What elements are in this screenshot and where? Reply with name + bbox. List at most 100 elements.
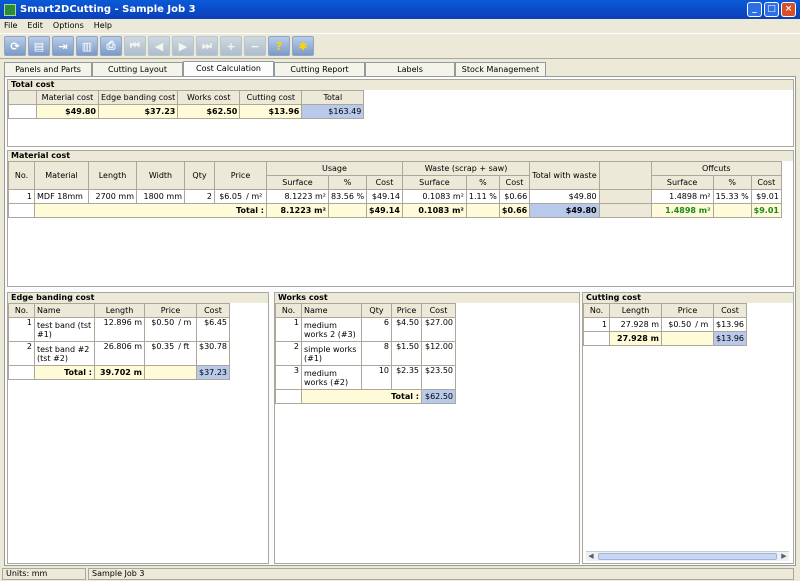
table-row[interactable]: 1 27.928 m $0.50 / m $13.96 [583, 317, 747, 332]
cell: test band (tst #1) [34, 317, 95, 342]
total-waste-cost: $0.66 [498, 203, 531, 218]
works-cost-value: $62.50 [177, 104, 241, 119]
col-waste-cost: Cost [498, 175, 531, 190]
stock-icon[interactable]: ▤ [28, 36, 50, 56]
tab-labels[interactable]: Labels [365, 62, 455, 76]
works-cost-panel: Works cost No. Name Qty Price Cost 1 med… [274, 292, 580, 564]
col-total: Total [301, 90, 365, 105]
table-row[interactable]: 1 MDF 18mm 2700 mm 1800 mm 2 $6.05 / m² … [8, 189, 782, 204]
edge-banding-table: No. Name Length Price Cost 1 test band (… [8, 303, 230, 380]
tab-panels[interactable]: Panels and Parts [4, 62, 92, 76]
book-icon[interactable]: ▥ [76, 36, 98, 56]
col-total-with-waste: Total with waste [529, 161, 600, 190]
cell: MDF 18mm [34, 189, 89, 204]
refresh-icon[interactable]: ⟳ [4, 36, 26, 56]
tab-cutting-report[interactable]: Cutting Report [274, 62, 365, 76]
cell: $0.50 [661, 317, 694, 332]
table-row[interactable]: 2 test band #2 (tst #2) 26.806 m $0.35 /… [8, 341, 230, 366]
scroll-left-icon[interactable]: ◀ [586, 552, 596, 561]
cell: 6 [361, 317, 392, 342]
last-icon[interactable]: ⏭ [196, 36, 218, 56]
cell: $49.80 [529, 189, 600, 204]
horizontal-scrollbar[interactable]: ◀ ▶ [586, 551, 789, 561]
first-icon[interactable]: ⏮ [124, 36, 146, 56]
export-icon[interactable]: ⇥ [52, 36, 74, 56]
cell: 83.56 % [327, 189, 368, 204]
edge-banding-cost-value: $37.23 [97, 104, 179, 119]
status-bar: Units: mm Sample Job 3 [0, 567, 800, 581]
total-row: Total : 8.1223 m² $49.14 0.1083 m² $0.66… [8, 203, 782, 218]
col-no: No. [8, 161, 35, 190]
maximize-button[interactable]: □ [764, 2, 779, 17]
table-row[interactable]: 2 simple works (#1) 8 $1.50 $12.00 [275, 341, 456, 366]
col-cost: Cost [196, 303, 230, 318]
works-cost-table: No. Name Qty Price Cost 1 medium works 2… [275, 303, 456, 404]
cell: $12.00 [421, 341, 456, 366]
col-offcut-cost: Cost [750, 175, 782, 190]
menu-help[interactable]: Help [94, 21, 112, 30]
total-label: Total : [34, 203, 267, 218]
close-button[interactable]: × [781, 2, 796, 17]
tools-icon[interactable]: ✱ [292, 36, 314, 56]
col-price: Price [144, 303, 197, 318]
cell: 3 [275, 365, 302, 390]
material-cost-panel: Material cost No. Material Length Width … [7, 150, 794, 287]
total-cost-table: Material cost Edge banding cost Works co… [8, 90, 365, 119]
tab-stock-management[interactable]: Stock Management [455, 62, 546, 76]
cutting-cost-panel: Cutting cost No. Length Price Cost 1 27.… [582, 292, 794, 564]
edge-banding-title: Edge banding cost [8, 293, 268, 303]
tab-bar: Panels and Parts Cutting Layout Cost Cal… [4, 61, 546, 76]
window-title: Smart2DCutting - Sample Job 3 [20, 4, 196, 15]
menu-bar: File Edit Options Help [0, 19, 800, 32]
zoom-out-icon[interactable]: − [244, 36, 266, 56]
table-row[interactable]: 1 test band (tst #1) 12.896 m $0.50 / m … [8, 317, 230, 342]
col-cutting-cost: Cutting cost [239, 90, 303, 105]
minimize-button[interactable]: _ [747, 2, 762, 17]
cell: medium works (#2) [301, 365, 362, 390]
scroll-right-icon[interactable]: ▶ [779, 552, 789, 561]
cell: $0.66 [498, 189, 531, 204]
cell: 2 [275, 341, 302, 366]
print-icon[interactable]: ⎙ [100, 36, 122, 56]
cell: 12.896 m [94, 317, 145, 342]
cell: 1.11 % [465, 189, 500, 204]
total-cost: $62.50 [421, 389, 456, 404]
cell: test band #2 (tst #2) [34, 341, 95, 366]
scroll-thumb[interactable] [598, 553, 777, 560]
zoom-in-icon[interactable]: + [220, 36, 242, 56]
cell: 2 [184, 189, 215, 204]
cell: 10 [361, 365, 392, 390]
app-icon [4, 3, 16, 16]
cell: $1.50 [391, 341, 422, 366]
next-icon[interactable]: ▶ [172, 36, 194, 56]
col-length: Length [609, 303, 662, 318]
group-usage: Usage [266, 161, 403, 176]
material-cost-title: Material cost [8, 151, 793, 161]
col-works-cost: Works cost [177, 90, 241, 105]
table-row[interactable]: 1 medium works 2 (#3) 6 $4.50 $27.00 [275, 317, 456, 342]
cell: $6.05 [214, 189, 245, 204]
tab-cutting-layout[interactable]: Cutting Layout [92, 62, 183, 76]
title-bar: Smart2DCutting - Sample Job 3 _ □ × [0, 0, 800, 19]
cell: 1 [583, 317, 610, 332]
total-waste-surface: 0.1083 m² [401, 203, 467, 218]
cell: $4.50 [391, 317, 422, 342]
total-cost-panel: Total cost Material cost Edge banding co… [7, 79, 794, 147]
tab-cost-calculation[interactable]: Cost Calculation [183, 61, 274, 76]
menu-file[interactable]: File [4, 21, 17, 30]
total-row: Total : $62.50 [275, 389, 456, 404]
table-row[interactable]: 3 medium works (#2) 10 $2.35 $23.50 [275, 365, 456, 390]
menu-edit[interactable]: Edit [27, 21, 43, 30]
menu-options[interactable]: Options [53, 21, 84, 30]
group-waste: Waste (scrap + saw) [401, 161, 531, 176]
cell: 2 [8, 341, 35, 366]
total-cost: $13.96 [713, 331, 747, 346]
total-offcut-surface: 1.4898 m² [650, 203, 714, 218]
cutting-cost-table: No. Length Price Cost 1 27.928 m $0.50 /… [583, 303, 747, 346]
cell: / m² [244, 189, 268, 204]
prev-icon[interactable]: ◀ [148, 36, 170, 56]
cell: 26.806 m [94, 341, 145, 366]
cell: 1 [8, 189, 35, 204]
help-icon[interactable]: ? [268, 36, 290, 56]
edge-banding-panel: Edge banding cost No. Name Length Price … [7, 292, 269, 564]
